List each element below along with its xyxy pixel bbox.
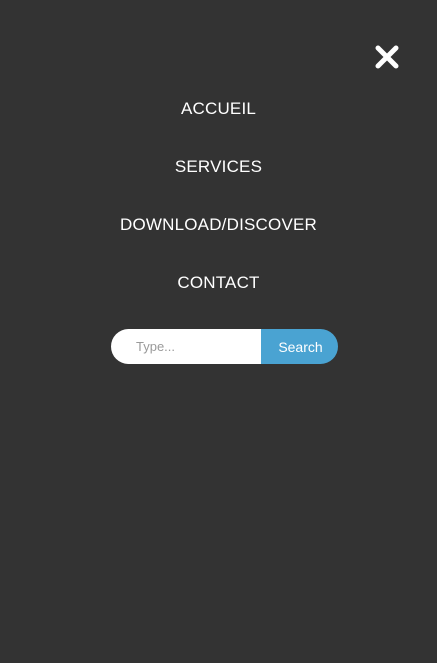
nav-item-label: SERVICES [174, 157, 263, 176]
nav-item-download-discover[interactable]: DOWNLOAD/DISCOVER [0, 212, 437, 238]
nav-item-accueil[interactable]: ACCUEIL [0, 96, 437, 122]
nav-item-label: DOWNLOAD/DISCOVER [119, 215, 318, 234]
nav-item-contact[interactable]: CONTACT [0, 270, 437, 296]
mobile-menu-overlay: ACCUEIL SERVICES DOWNLOAD/DISCOVER CONTA… [0, 0, 437, 663]
search-form: Search [111, 329, 338, 364]
search-input[interactable] [111, 329, 261, 364]
nav-item-services[interactable]: SERVICES [0, 154, 437, 180]
main-nav: ACCUEIL SERVICES DOWNLOAD/DISCOVER CONTA… [0, 96, 437, 328]
search-button[interactable]: Search [261, 329, 338, 364]
close-icon[interactable] [374, 44, 400, 70]
nav-item-label: ACCUEIL [180, 99, 257, 118]
nav-item-label: CONTACT [177, 273, 260, 292]
